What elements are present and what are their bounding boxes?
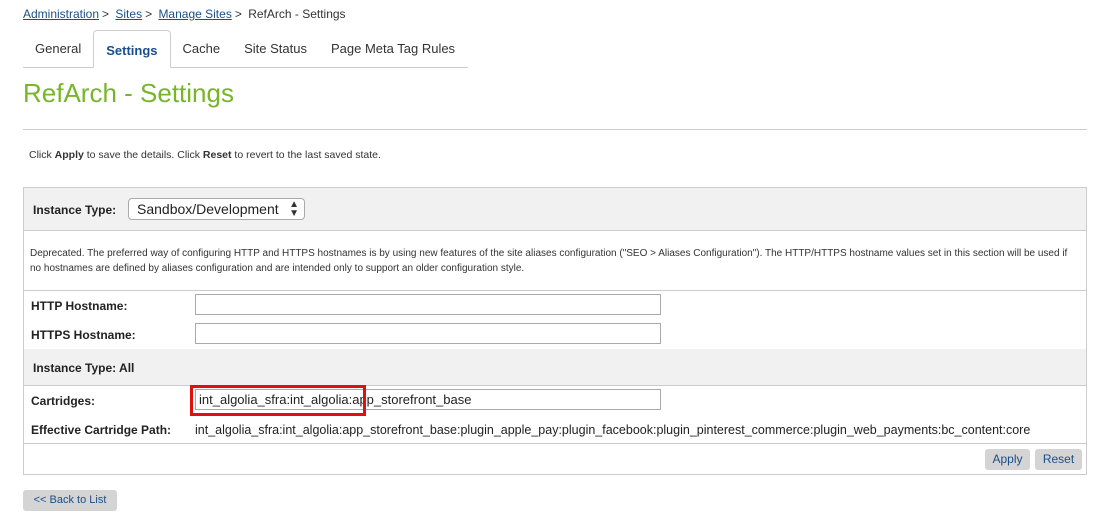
- breadcrumb-separator: >: [145, 7, 153, 21]
- select-arrows-icon: ▲ ▼: [289, 199, 299, 219]
- help-text-part: to save the details. Click: [83, 149, 203, 161]
- help-text-part: to revert to the last saved state.: [231, 149, 381, 161]
- instance-type-select[interactable]: Sandbox/Development ▲ ▼: [128, 198, 305, 220]
- effective-path-value: int_algolia_sfra:int_algolia:app_storefr…: [195, 423, 1031, 437]
- http-hostname-input[interactable]: [195, 294, 661, 315]
- divider: [24, 443, 1086, 444]
- tab-settings[interactable]: Settings: [93, 30, 171, 68]
- http-hostname-label: HTTP Hostname:: [31, 299, 128, 313]
- title-divider: [23, 129, 1087, 130]
- instance-type-row: Instance Type: Sandbox/Development ▲ ▼: [24, 188, 1086, 231]
- breadcrumb: Administration > Sites > Manage Sites > Ref…: [23, 7, 346, 21]
- tab-general[interactable]: General: [23, 31, 93, 67]
- tab-bar: General Settings Cache Site Status Page …: [23, 30, 468, 68]
- help-apply-keyword: Apply: [54, 149, 84, 161]
- page-title: RefArch - Settings: [23, 78, 234, 108]
- instance-type-all-row: Instance Type: All: [24, 349, 1086, 386]
- help-text-part: Click: [29, 149, 55, 161]
- breadcrumb-administration[interactable]: Administration: [23, 7, 99, 21]
- https-hostname-label: HTTPS Hostname:: [31, 328, 136, 342]
- deprecated-note: Deprecated. The preferred way of configu…: [30, 248, 1068, 274]
- instance-type-label: Instance Type:: [33, 203, 117, 217]
- breadcrumb-manage-sites[interactable]: Manage Sites: [158, 7, 231, 21]
- cartridges-input[interactable]: [195, 389, 661, 410]
- https-hostname-input[interactable]: [195, 323, 661, 344]
- back-to-list-button[interactable]: << Back to List: [23, 490, 117, 511]
- help-text: Click Apply to save the details. Click R…: [29, 149, 381, 161]
- cartridges-label: Cartridges:: [31, 394, 96, 408]
- settings-panel: Instance Type: Sandbox/Development ▲ ▼ De…: [23, 187, 1087, 475]
- divider: [24, 290, 1086, 291]
- tab-page-meta-tag-rules[interactable]: Page Meta Tag Rules: [319, 31, 467, 67]
- apply-button[interactable]: Apply: [985, 449, 1030, 470]
- breadcrumb-separator: >: [234, 7, 242, 21]
- effective-path-label: Effective Cartridge Path:: [31, 423, 172, 437]
- breadcrumb-separator: >: [102, 7, 110, 21]
- instance-type-all-label: Instance Type: All: [33, 361, 135, 375]
- breadcrumb-sites[interactable]: Sites: [115, 7, 142, 21]
- breadcrumb-current: RefArch - Settings: [248, 7, 346, 21]
- reset-button[interactable]: Reset: [1035, 449, 1082, 470]
- instance-type-value: Sandbox/Development: [137, 201, 279, 217]
- tab-site-status[interactable]: Site Status: [232, 31, 319, 67]
- help-reset-keyword: Reset: [202, 149, 232, 161]
- tab-cache[interactable]: Cache: [171, 31, 233, 67]
